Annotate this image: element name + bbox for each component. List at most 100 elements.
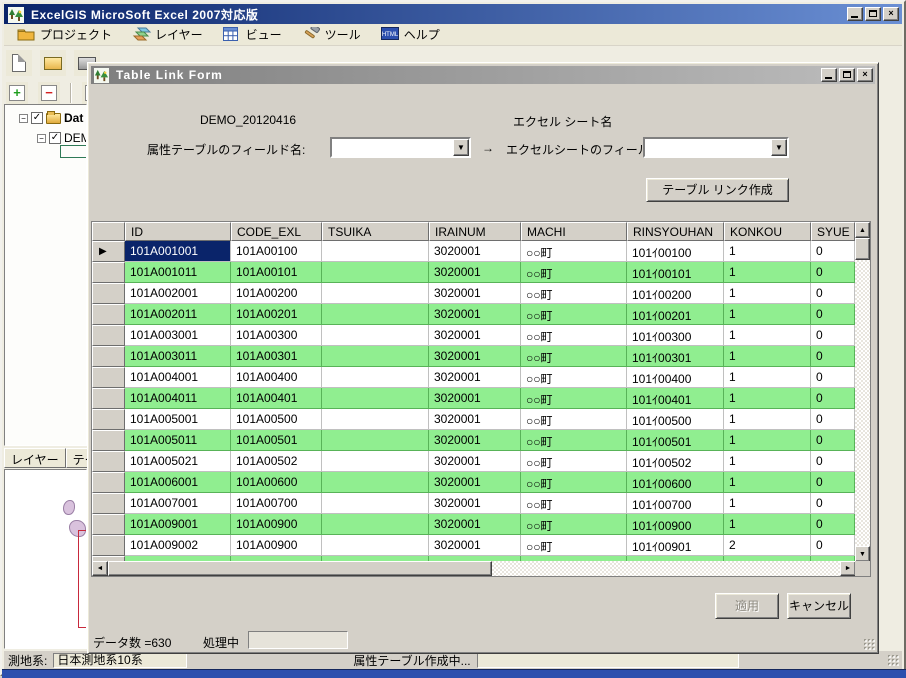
grid-cell[interactable] — [322, 262, 429, 283]
grid-cell[interactable]: ○○町 — [521, 451, 627, 472]
grid-cell[interactable]: 101ｲ00401 — [627, 388, 724, 409]
window-resize-grip[interactable] — [887, 654, 900, 667]
grid-cell[interactable] — [322, 367, 429, 388]
grid-cell[interactable]: 1 — [724, 430, 811, 451]
minimize-button[interactable] — [847, 7, 863, 21]
grid-cell[interactable] — [322, 304, 429, 325]
column-header-code_exl[interactable]: CODE_EXL — [231, 222, 322, 241]
tree-item-dat[interactable]: − ✓ Dat — [19, 111, 86, 125]
grid-cell[interactable]: 101ｲ00500 — [627, 409, 724, 430]
row-selector[interactable]: ▶ — [92, 241, 125, 262]
grid-cell[interactable]: 101A005021 — [125, 451, 231, 472]
chevron-down-icon[interactable]: ▼ — [771, 139, 787, 156]
grid-cell[interactable]: 101A003001 — [125, 325, 231, 346]
horizontal-scroll-thumb[interactable] — [108, 561, 492, 576]
grid-cell[interactable]: 0 — [811, 367, 855, 388]
grid-cell[interactable]: 3020001 — [429, 388, 521, 409]
grid-cell[interactable]: ○○町 — [521, 493, 627, 514]
grid-cell[interactable]: 101ｲ00201 — [627, 304, 724, 325]
grid-cell[interactable]: 1 — [724, 304, 811, 325]
grid-cell[interactable]: 101ｲ00400 — [627, 367, 724, 388]
grid-cell[interactable]: 1 — [724, 283, 811, 304]
grid-cell[interactable]: 3020001 — [429, 535, 521, 556]
grid-cell[interactable]: 101A002001 — [125, 283, 231, 304]
grid-cell[interactable]: 101ｲ00301 — [627, 346, 724, 367]
row-selector[interactable] — [92, 493, 125, 514]
tree-collapse-icon[interactable]: − — [37, 134, 46, 143]
grid-cell[interactable] — [322, 430, 429, 451]
column-header-id[interactable]: ID — [125, 222, 231, 241]
grid-cell[interactable] — [322, 514, 429, 535]
dialog-minimize-button[interactable] — [821, 68, 837, 82]
grid-cell[interactable] — [322, 346, 429, 367]
grid-cell[interactable]: 101ｲ00101 — [627, 262, 724, 283]
grid-cell[interactable] — [322, 409, 429, 430]
grid-cell[interactable]: 3020001 — [429, 346, 521, 367]
grid-cell[interactable]: 101A001011 — [125, 262, 231, 283]
tab-layer[interactable]: レイヤー — [4, 448, 66, 468]
grid-cell[interactable]: 0 — [811, 325, 855, 346]
row-selector[interactable] — [92, 514, 125, 535]
grid-cell[interactable]: 0 — [811, 535, 855, 556]
grid-cell[interactable]: 101A00900 — [231, 514, 322, 535]
grid-cell[interactable]: 0 — [811, 346, 855, 367]
grid-cell[interactable]: 0 — [811, 493, 855, 514]
row-selector[interactable] — [92, 409, 125, 430]
chevron-down-icon[interactable]: ▼ — [453, 139, 469, 156]
grid-cell[interactable]: 0 — [811, 304, 855, 325]
grid-cell[interactable]: 101A00401 — [231, 388, 322, 409]
grid-cell[interactable]: 3020001 — [429, 262, 521, 283]
menu-tools[interactable]: ツール — [299, 25, 364, 45]
dialog-title-bar[interactable]: Table Link Form × — [91, 66, 875, 84]
grid-cell[interactable]: 3020001 — [429, 283, 521, 304]
scroll-down-icon[interactable]: ▼ — [855, 546, 870, 562]
row-selector[interactable] — [92, 346, 125, 367]
grid-cell[interactable]: 3020001 — [429, 430, 521, 451]
grid-cell[interactable]: 101ｲ00300 — [627, 325, 724, 346]
layer-checkbox[interactable]: ✓ — [49, 132, 61, 144]
tree-item-dem[interactable]: − ✓ DEM — [37, 131, 86, 145]
grid-cell[interactable]: 1 — [724, 409, 811, 430]
cancel-button[interactable]: キャンセル — [787, 593, 851, 619]
grid-cell[interactable]: 101A004011 — [125, 388, 231, 409]
menu-project[interactable]: プロジェクト — [14, 25, 115, 45]
grid-cell[interactable]: 2 — [724, 535, 811, 556]
dialog-close-button[interactable]: × — [857, 68, 873, 82]
grid-cell[interactable] — [322, 493, 429, 514]
grid-cell[interactable]: 101ｲ00100 — [627, 241, 724, 262]
grid-cell[interactable]: 1 — [724, 451, 811, 472]
grid-cell[interactable]: 101ｲ00200 — [627, 283, 724, 304]
scroll-up-icon[interactable]: ▲ — [855, 222, 870, 238]
select-all-header[interactable] — [92, 222, 125, 241]
grid-cell[interactable]: 101A00502 — [231, 451, 322, 472]
grid-cell[interactable]: ○○町 — [521, 325, 627, 346]
grid-cell[interactable]: 0 — [811, 430, 855, 451]
grid-cell[interactable]: 1 — [724, 493, 811, 514]
grid-cell[interactable]: 0 — [811, 409, 855, 430]
grid-cell[interactable]: 101A00900 — [231, 535, 322, 556]
column-header-irainum[interactable]: IRAINUM — [429, 222, 521, 241]
grid-cell[interactable]: 101A00101 — [231, 262, 322, 283]
add-layer-icon[interactable]: + — [6, 82, 28, 104]
main-title-bar[interactable]: ExcelGIS MicroSoft Excel 2007対応版 × — [4, 4, 902, 24]
grid-cell[interactable]: 3020001 — [429, 451, 521, 472]
grid-cell[interactable]: 101A00301 — [231, 346, 322, 367]
grid-cell[interactable]: 1 — [724, 472, 811, 493]
grid-cell[interactable]: 101A00600 — [231, 472, 322, 493]
column-header-syue[interactable]: SYUE — [811, 222, 855, 241]
column-header-tsuika[interactable]: TSUIKA — [322, 222, 429, 241]
row-selector[interactable] — [92, 283, 125, 304]
grid-cell[interactable]: 101A005001 — [125, 409, 231, 430]
grid-cell[interactable]: ○○町 — [521, 283, 627, 304]
grid-cell[interactable]: 3020001 — [429, 241, 521, 262]
grid-cell[interactable]: ○○町 — [521, 262, 627, 283]
grid-cell[interactable]: 0 — [811, 388, 855, 409]
grid-cell[interactable]: 0 — [811, 283, 855, 304]
grid-cell[interactable]: 1 — [724, 367, 811, 388]
grid-cell[interactable]: 1 — [724, 388, 811, 409]
grid-cell[interactable]: 101A005011 — [125, 430, 231, 451]
grid-cell[interactable] — [322, 283, 429, 304]
grid-cell[interactable]: ○○町 — [521, 388, 627, 409]
grid-cell[interactable] — [322, 325, 429, 346]
dialog-resize-grip[interactable] — [863, 638, 876, 651]
